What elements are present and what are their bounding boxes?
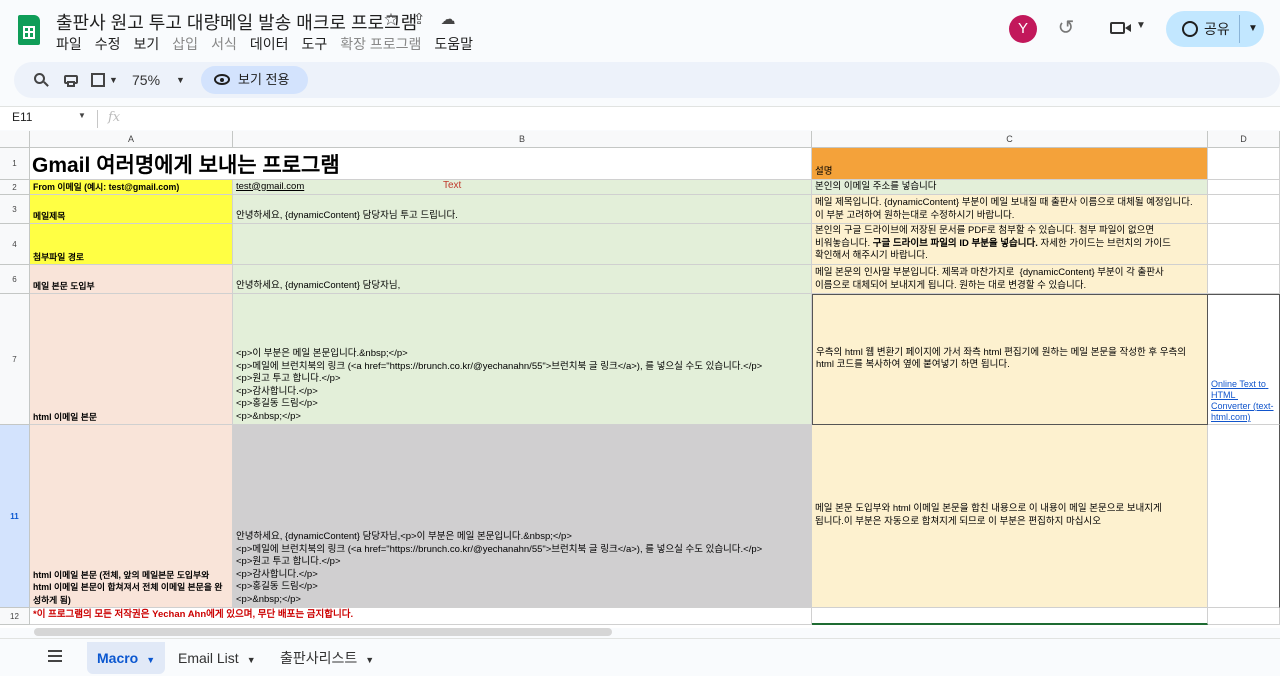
cell-a6[interactable]: 메일 본문 도입부 [30, 265, 233, 294]
fx-icon: fx [108, 110, 121, 125]
html-converter-link[interactable]: Online Text to HTML Converter (text-html… [1211, 379, 1276, 423]
view-only-label: 보기 전용 [238, 72, 290, 87]
row-header-1[interactable]: 1 [0, 148, 30, 180]
cloud-status-icon[interactable]: ☁ [437, 10, 459, 28]
cell-a1-title[interactable]: Gmail 여러명에게 보내는 프로그램 [30, 148, 812, 180]
sheets-logo-icon[interactable] [18, 15, 40, 45]
column-header-b[interactable]: B [233, 131, 812, 148]
row-header-4[interactable]: 4 [0, 224, 30, 265]
title-bar: 출판사 원고 투고 대량메일 발송 매크로 프로그램 ☆ ⇪ ☁ 파일 수정 보… [0, 0, 1280, 58]
tab-macro[interactable]: Macro ▼ [87, 642, 166, 674]
view-only-button[interactable]: 보기 전용 [201, 66, 308, 94]
globe-icon [1182, 21, 1198, 37]
menu-file[interactable]: 파일 [56, 34, 89, 54]
tab-email-list[interactable]: Email List ▼ [168, 642, 266, 674]
cell-d7[interactable]: Online Text to HTML Converter (text-html… [1208, 294, 1280, 425]
row-header-6[interactable]: 6 [0, 265, 30, 294]
user-avatar[interactable]: Y [1009, 15, 1037, 43]
share-button[interactable]: 공유 [1166, 11, 1238, 47]
menu-data[interactable]: 데이터 [250, 34, 296, 54]
column-header-a[interactable]: A [30, 131, 233, 148]
cell-b2[interactable]: test@gmail.com [233, 180, 812, 195]
share-dropdown-icon[interactable]: ▼ [1242, 11, 1264, 47]
menu-insert[interactable]: 삽입 [172, 34, 205, 54]
eye-icon [214, 74, 230, 85]
menu-format[interactable]: 서식 [211, 34, 244, 54]
cell-d6[interactable] [1208, 265, 1280, 294]
row-header-3[interactable]: 3 [0, 195, 30, 224]
share-divider [1239, 15, 1240, 43]
text-note-label: Text [443, 180, 462, 191]
chevron-down-icon: ▼ [365, 655, 375, 665]
menu-extensions[interactable]: 확장 프로그램 [340, 34, 428, 54]
menu-help[interactable]: 도움말 [434, 34, 480, 54]
sheet-tab-bar: Macro ▼ Email List ▼ 출판사리스트 ▼ [0, 638, 1280, 674]
tab-email-list-label: Email List [178, 650, 239, 666]
cell-a3[interactable]: 메일제목 [30, 195, 233, 224]
cell-d12[interactable] [1208, 608, 1280, 625]
tab-publisher-list[interactable]: 출판사리스트 ▼ [270, 642, 384, 674]
formula-bar: E11 ▼ fx [0, 106, 1280, 130]
cell-b4[interactable] [233, 224, 812, 265]
cell-b3[interactable]: 안녕하세요, {dynamicContent} 담당자님 투고 드립니다. [233, 195, 812, 224]
cell-a7[interactable]: html 이메일 본문 [30, 294, 233, 425]
column-header-d[interactable]: D [1208, 131, 1280, 148]
version-history-icon[interactable]: ↺ [1054, 16, 1078, 40]
cell-c2[interactable]: 본인의 이메일 주소를 넣습니다 [812, 180, 1208, 195]
column-header-c[interactable]: C [812, 131, 1208, 148]
meet-video-icon[interactable]: ▼ [1108, 17, 1148, 41]
toolbar: ▼ 75% ▼ 보기 전용 [14, 62, 1280, 98]
chevron-down-icon: ▼ [146, 655, 156, 665]
row-header-12[interactable]: 12 [0, 608, 30, 625]
cell-d4[interactable] [1208, 224, 1280, 265]
name-box[interactable]: E11 [12, 110, 32, 124]
sheet-grid: A B C D 1 2 3 4 6 7 11 12 Gmail 여러명에게 보내… [0, 131, 1280, 628]
tab-macro-label: Macro [97, 650, 139, 666]
cell-a11[interactable]: html 이메일 본문 (전체, 앞의 메일본문 도입부와 html 이메일 본… [30, 425, 233, 608]
menu-edit[interactable]: 수정 [95, 34, 128, 54]
cell-d3[interactable] [1208, 195, 1280, 224]
horizontal-scrollbar[interactable] [34, 628, 612, 636]
select-all-corner[interactable] [0, 131, 30, 148]
name-box-chevron-icon[interactable]: ▼ [78, 111, 86, 120]
from-email-value: test@gmail.com [236, 180, 305, 192]
cell-d11[interactable] [1208, 425, 1280, 608]
cell-c1[interactable]: 설명 [812, 148, 1208, 180]
chevron-down-icon: ▼ [109, 75, 118, 85]
cell-d2[interactable] [1208, 180, 1280, 195]
share-button-group: 공유 ▼ [1166, 11, 1264, 47]
cell-c4[interactable]: 본인의 구글 드라이브에 저장된 문서를 PDF로 첨부할 수 있습니다. 첨부… [812, 224, 1208, 265]
cell-c3[interactable]: 메일 제목입니다. {dynamicContent} 부분이 메일 보내질 때 … [812, 195, 1208, 224]
cell-a2[interactable]: From 이메일 (예시: test@gmail.com) [30, 180, 233, 195]
cell-b6[interactable]: 안녕하세요, {dynamicContent} 담당자님, [233, 265, 812, 294]
menu-tools[interactable]: 도구 [301, 34, 334, 54]
formula-divider [97, 110, 98, 128]
c4-text-bold: 구글 드라이브 파일의 ID 부분을 넣습니다. [872, 237, 1038, 249]
share-label: 공유 [1204, 21, 1230, 37]
tab-publisher-list-label: 출판사리스트 [280, 650, 358, 666]
zoom-select[interactable]: 75% [132, 62, 160, 98]
row-header-2[interactable]: 2 [0, 180, 30, 195]
cell-b7[interactable]: <p>이 부분은 메일 본문입니다.&nbsp;</p> <p>메일에 브런치북… [233, 294, 812, 425]
document-title[interactable]: 출판사 원고 투고 대량메일 발송 매크로 프로그램 [56, 9, 417, 35]
cell-c11[interactable]: 메일 본문 도입부와 html 이메일 본문을 합친 내용으로 이 내용이 메일… [812, 425, 1208, 608]
chevron-down-icon: ▼ [1136, 20, 1146, 31]
cell-b11[interactable]: 안녕하세요, {dynamicContent} 담당자님,<p>이 부분은 메일… [233, 425, 812, 608]
cell-a4[interactable]: 첨부파일 경로 [30, 224, 233, 265]
move-to-drive-icon[interactable]: ⇪ [408, 10, 430, 28]
cell-a12-copyright[interactable]: *이 프로그램의 모든 저작권은 Yechan Ahn에게 있으며, 무단 배포… [30, 608, 812, 625]
cell-d1[interactable] [1208, 148, 1280, 180]
cell-c12[interactable] [812, 608, 1208, 625]
menu-bar: 파일 수정 보기 삽입 서식 데이터 도구 확장 프로그램 도움말 [56, 34, 486, 54]
row-header-11[interactable]: 11 [0, 425, 30, 608]
cell-c7[interactable]: 우측의 html 웹 변환기 페이지에 가서 좌측 html 편집기에 원하는 … [812, 294, 1208, 425]
row-header-7[interactable]: 7 [0, 294, 30, 425]
menu-view[interactable]: 보기 [134, 34, 167, 54]
zoom-chevron-icon[interactable]: ▼ [176, 62, 185, 98]
cell-c6[interactable]: 메일 본문의 인사말 부분입니다. 제목과 마찬가지로 {dynamicCont… [812, 265, 1208, 294]
all-sheets-menu-icon[interactable] [48, 650, 64, 662]
star-icon[interactable]: ☆ [380, 10, 402, 30]
chevron-down-icon: ▼ [246, 655, 256, 665]
